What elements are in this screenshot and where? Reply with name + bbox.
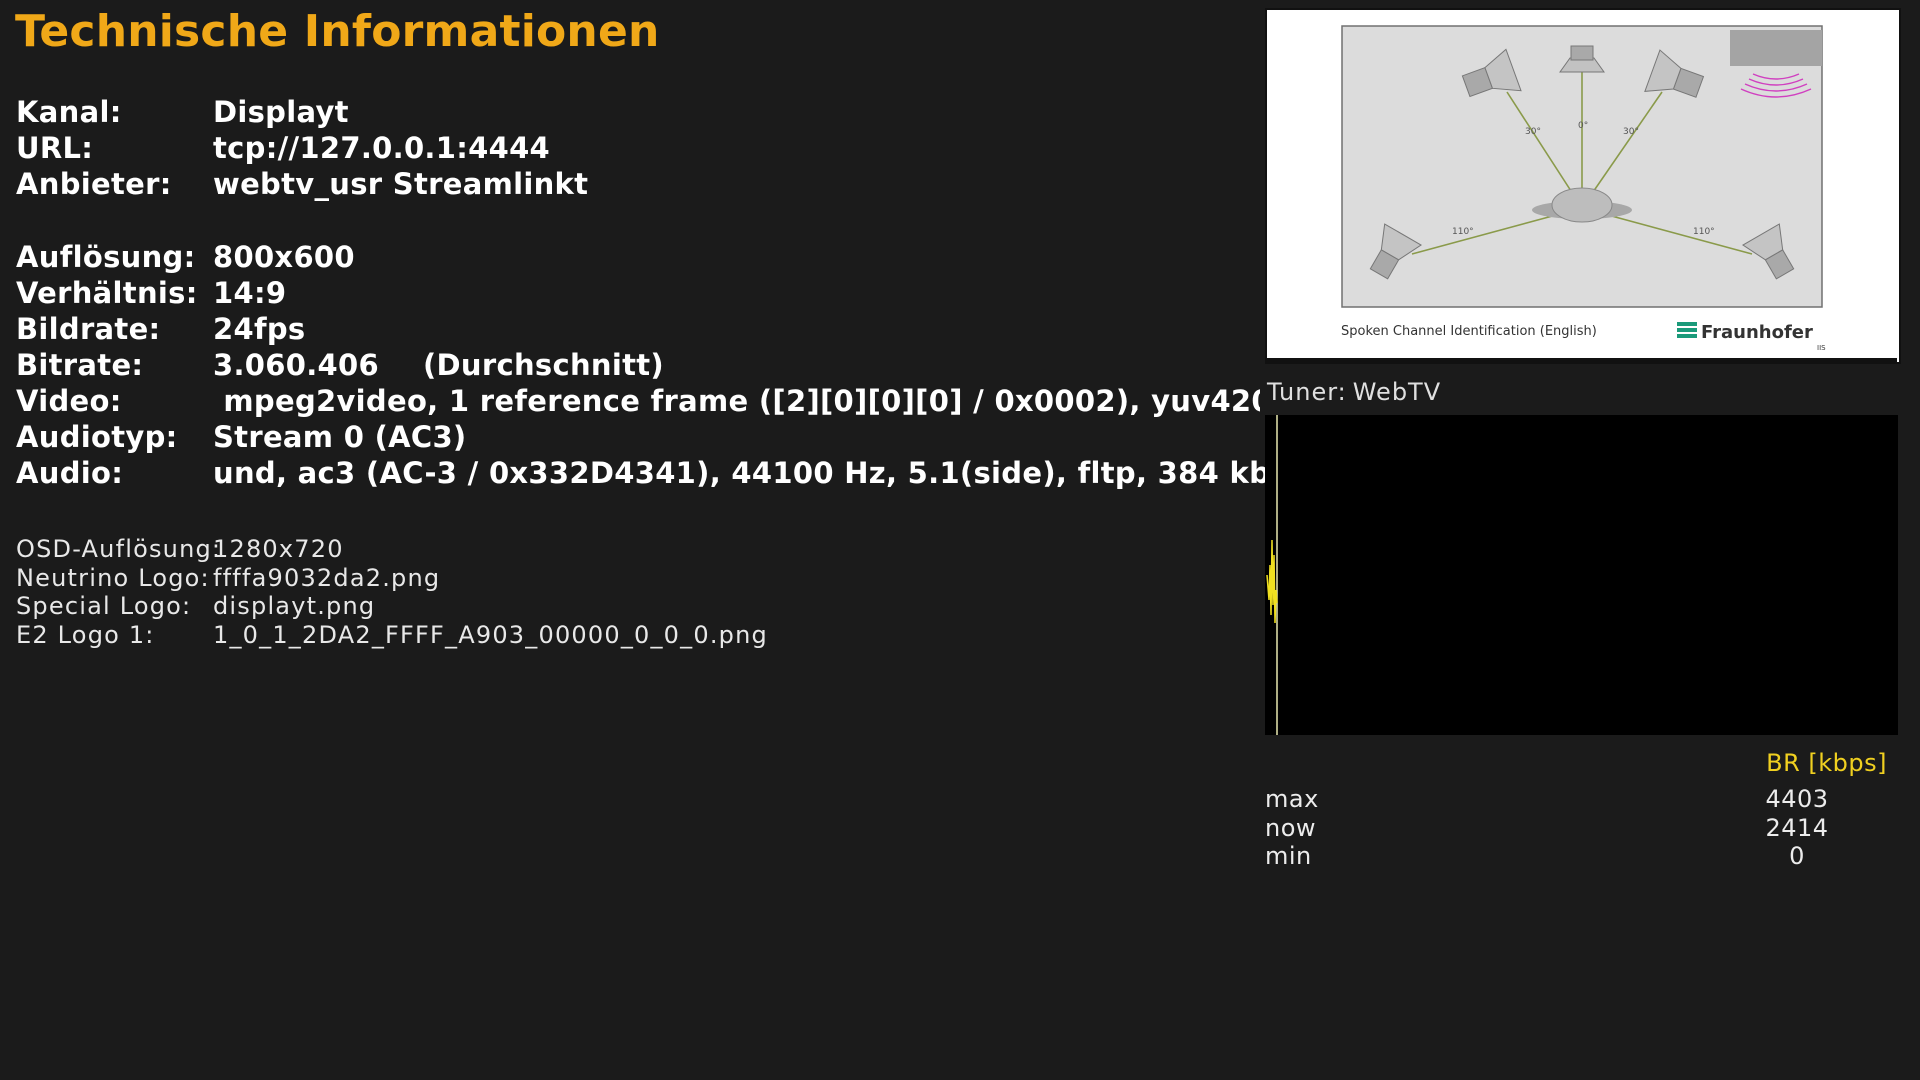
resolution-value: 800x600 (213, 240, 355, 274)
special-logo-row: Special Logo: displayt.png (16, 592, 768, 621)
stat-row: min 0 (1265, 842, 1865, 871)
special-logo-value: displayt.png (213, 592, 376, 621)
bitrate-value: 3.060.406 (213, 348, 379, 382)
stat-key: max (1265, 785, 1319, 814)
provider-value: webtv_usr Streamlinkt (213, 167, 589, 201)
audio-label: Audio: (16, 456, 124, 490)
audio-row: Audio: und, ac3 (AC-3 / 0x332D4341), 441… (16, 455, 1299, 491)
video-preview: 30° 0° 30° 110° 110° Spoken Channel Iden… (1265, 8, 1901, 364)
channel-info: Kanal: Displayt URL: tcp://127.0.0.1:444… (16, 94, 588, 202)
ratio-label: Verhältnis: (16, 276, 198, 310)
osd-resolution-row: OSD-Auflösung: 1280x720 (16, 535, 768, 564)
video-label: Video: (16, 384, 122, 418)
brand-name: Fraunhofer (1701, 322, 1813, 343)
audiotype-label: Audiotyp: (16, 420, 178, 454)
channel-value: Displayt (213, 95, 349, 129)
stat-value: 0 (1789, 842, 1805, 871)
audiotype-row: Audiotyp: Stream 0 (AC3) (16, 419, 1299, 455)
framerate-row: Bildrate: 24fps (16, 311, 1299, 347)
bitrate-stats-title: BR [kbps] (1766, 749, 1887, 777)
bitrate-stats: max 4403 now 2414 min 0 (1265, 785, 1865, 871)
ratio-value: 14:9 (213, 276, 287, 310)
page-title: Technische Informationen (15, 6, 660, 57)
angle-label: 0° (1578, 121, 1588, 131)
special-logo-label: Special Logo: (16, 592, 192, 621)
e2-logo-label: E2 Logo 1: (16, 620, 155, 649)
stat-key: min (1265, 842, 1312, 871)
bitrate-note: (Durchschnitt) (422, 348, 664, 382)
bitrate-label: Bitrate: (16, 348, 144, 382)
resolution-row: Auflösung: 800x600 (16, 239, 1299, 275)
channel-row: Kanal: Displayt (16, 94, 588, 130)
neutrino-logo-label: Neutrino Logo: (16, 563, 210, 592)
bitrate-trace (1266, 539, 1278, 624)
brand-sub: IIS (1817, 344, 1826, 352)
preview-divider (1265, 358, 1897, 363)
audio-value: und, ac3 (AC-3 / 0x332D4341), 44100 Hz, … (213, 456, 1299, 490)
audiotype-value: Stream 0 (AC3) (213, 420, 467, 454)
framerate-label: Bildrate: (16, 312, 161, 346)
url-label: URL: (16, 131, 94, 165)
tv-screen-icon (1730, 30, 1822, 66)
provider-label: Anbieter: (16, 167, 172, 201)
angle-label: 30° (1525, 127, 1541, 137)
listener-head-icon (1551, 187, 1613, 223)
channel-label: Kanal: (16, 95, 122, 129)
angle-label: 110° (1693, 227, 1715, 237)
angle-label: 110° (1452, 227, 1474, 237)
url-value: tcp://127.0.0.1:4444 (213, 131, 551, 165)
stream-info: Auflösung: 800x600 Verhältnis: 14:9 Bild… (16, 239, 1299, 491)
angle-label: 30° (1623, 127, 1639, 137)
osd-resolution-value: 1280x720 (213, 535, 344, 564)
stat-row: max 4403 (1265, 785, 1865, 814)
osd-resolution-label: OSD-Auflösung: (16, 535, 222, 564)
stat-value: 2414 (1765, 813, 1829, 842)
e2-logo-value: 1_0_1_2DA2_FFFF_A903_00000_0_0_0.png (213, 620, 768, 649)
preview-caption: Spoken Channel Identification (English) (1341, 324, 1597, 339)
neutrino-logo-value: ffffa9032da2.png (213, 563, 441, 592)
video-value: mpeg2video, 1 reference frame ([2][0][0]… (223, 384, 1260, 418)
resolution-label: Auflösung: (16, 240, 196, 274)
stat-key: now (1265, 813, 1317, 842)
bitrate-graph (1265, 415, 1898, 735)
framerate-value: 24fps (213, 312, 306, 346)
tuner-info: Tuner: WebTV (1267, 378, 1447, 406)
e2-logo-row: E2 Logo 1: 1_0_1_2DA2_FFFF_A903_00000_0_… (16, 621, 768, 650)
tuner-label: Tuner: (1267, 378, 1347, 406)
neutrino-logo-row: Neutrino Logo: ffffa9032da2.png (16, 564, 768, 593)
ratio-row: Verhältnis: 14:9 (16, 275, 1299, 311)
stat-value: 4403 (1765, 785, 1829, 814)
video-row: Video: mpeg2video, 1 reference frame ([2… (16, 383, 1299, 419)
stat-row: now 2414 (1265, 814, 1865, 843)
logo-info: OSD-Auflösung: 1280x720 Neutrino Logo: f… (16, 535, 768, 649)
fraunhofer-logo: Fraunhofer IIS (1677, 322, 1826, 352)
tuner-value: WebTV (1352, 378, 1442, 406)
provider-row: Anbieter: webtv_usr Streamlinkt (16, 166, 588, 202)
url-row: URL: tcp://127.0.0.1:4444 (16, 130, 588, 166)
bitrate-row: Bitrate: 3.060.406 (Durchschnitt) (16, 347, 1299, 383)
